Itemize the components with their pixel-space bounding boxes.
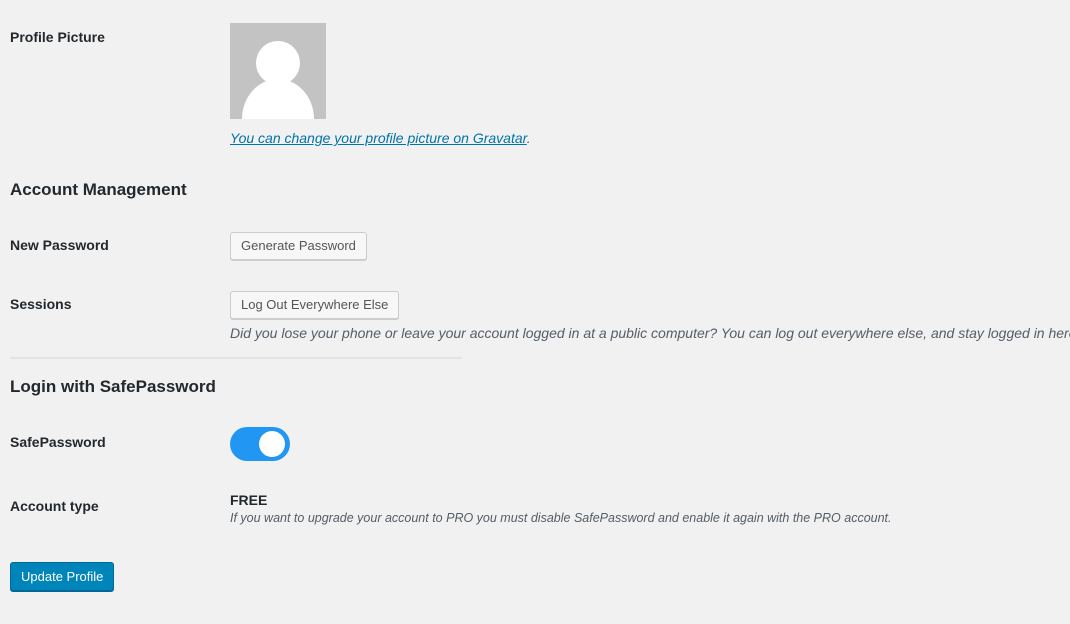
gravatar-suffix: . [526, 130, 531, 146]
safepassword-toggle[interactable] [230, 427, 290, 461]
safepassword-label: SafePassword [10, 434, 106, 450]
gravatar-link[interactable]: You can change your profile picture on G… [230, 130, 527, 146]
gravatar-note: You can change your profile picture on G… [230, 130, 531, 146]
new-password-label: New Password [10, 237, 109, 253]
section-divider [10, 357, 462, 359]
avatar [230, 23, 326, 119]
toggle-knob [259, 431, 285, 457]
account-type-value: FREE [230, 492, 268, 508]
generate-password-button[interactable]: Generate Password [230, 232, 367, 260]
profile-picture-label: Profile Picture [10, 29, 105, 45]
update-profile-button[interactable]: Update Profile [10, 562, 115, 591]
account-type-description: If you want to upgrade your account to P… [230, 511, 892, 525]
sessions-description: Did you lose your phone or leave your ac… [230, 325, 1070, 341]
account-type-label: Account type [10, 498, 99, 514]
profile-page: Profile Picture You can change your prof… [0, 0, 1070, 624]
sessions-label: Sessions [10, 296, 72, 312]
avatar-body-shape [242, 79, 314, 119]
safepassword-section-title: Login with SafePassword [10, 377, 216, 396]
log-out-everywhere-button[interactable]: Log Out Everywhere Else [230, 291, 400, 319]
account-management-title: Account Management [10, 180, 187, 199]
